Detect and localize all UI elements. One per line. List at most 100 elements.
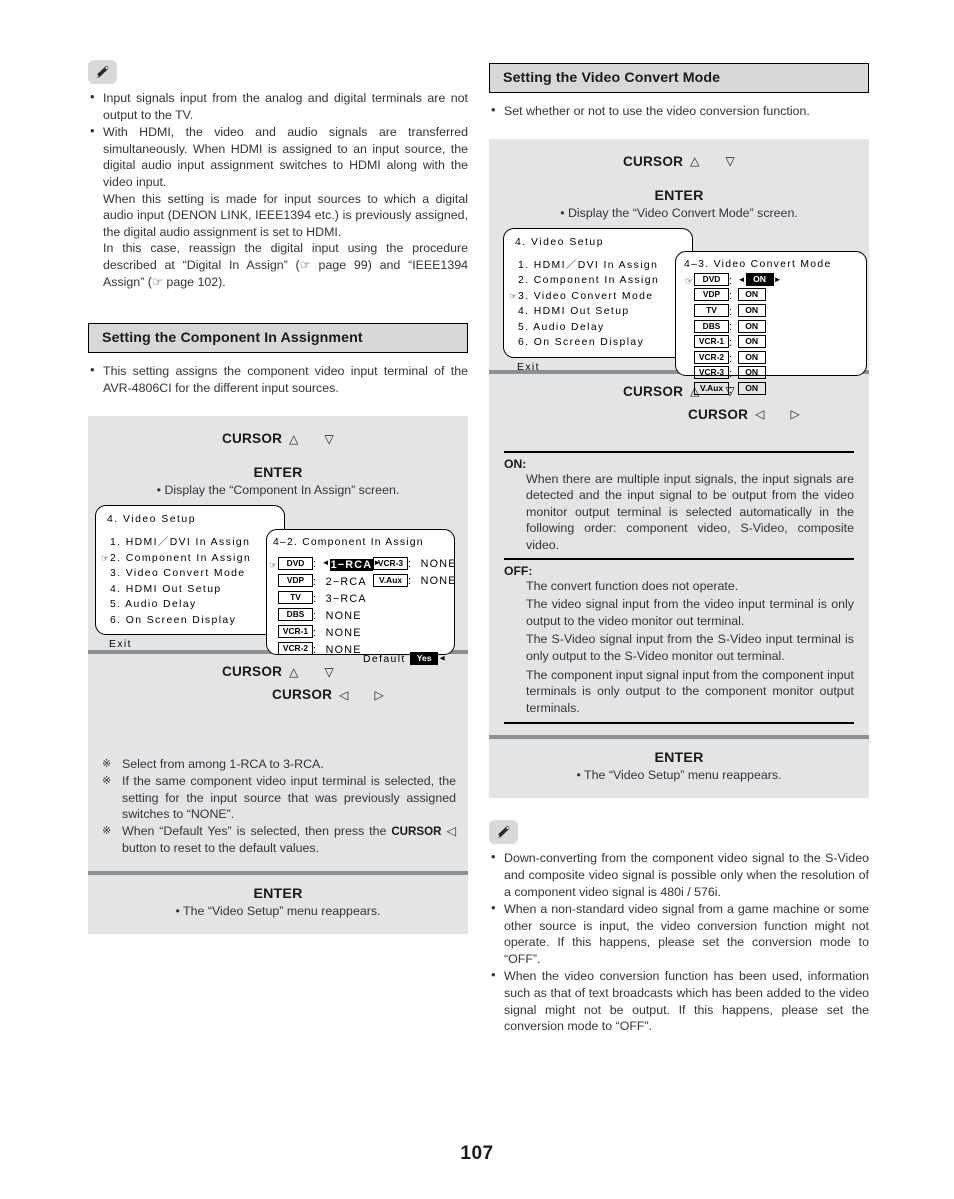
source-tag: VCR-2 [694,350,729,364]
definition-term-off: OFF: [504,563,533,578]
osd-menu-item[interactable]: 5. Audio Delay [504,320,692,336]
left-arrow-icon[interactable]: ◄ [322,558,330,567]
osd-menu-item[interactable]: 4. HDMI Out Setup [96,582,284,598]
left-arrow-icon[interactable]: ◄ [438,654,446,663]
osd-menu-item-selected[interactable]: ☞2. Component In Assign [96,551,284,567]
osd-component-in-assign: 4–2. Component In Assign ☞ DVD: ◄1−RCA► V… [266,529,457,665]
list-item: When a non-standard video signal from a … [489,900,869,967]
left-note-block: Input signals input from the analog and … [88,60,468,290]
cursor-up-icon[interactable]: △ [289,665,298,679]
cursor-button-ref: CURSOR [391,824,442,838]
osd-convert-row[interactable]: VCR-3: ON [685,366,866,382]
assign-value[interactable]: NONE [421,575,457,587]
assign-value[interactable]: 3−RCA [326,593,367,605]
cursor-marker-icon: ☞ [509,290,518,301]
cursor-up-icon[interactable]: △ [289,432,298,446]
convert-value[interactable]: ON [737,382,766,396]
osd-convert-row[interactable]: VDP: ON [685,288,866,304]
osd-convert-row[interactable]: TV: ON [685,304,866,320]
enter-label-r1[interactable]: ENTER [489,188,869,204]
osd-screens-1: 4. Video Setup 1. HDMI／DVI In Assign ☞2.… [88,505,468,665]
right-section-intro: Set whether or not to use the video conv… [489,102,869,120]
convert-value[interactable]: ON [737,366,766,380]
right-arrow-icon[interactable]: ► [774,275,782,284]
source-tag: VCR-1 [278,624,313,638]
right-note-list: Down-converting from the component video… [489,849,869,1035]
convert-value[interactable]: ON [737,319,766,333]
osd-menu-item[interactable]: 4. HDMI Out Setup [504,304,692,320]
enter-label-3[interactable]: ENTER [88,886,468,902]
cursor-left-icon: ◁ [446,823,456,838]
default-yes-button[interactable]: Yes [410,651,439,665]
cursor-left-icon[interactable]: ◁ [339,688,348,702]
osd-convert-row[interactable]: ☞ DVD: ◄ ON ► [685,272,866,289]
enter-label-r3[interactable]: ENTER [489,750,869,766]
assign-value-selected[interactable]: 1−RCA [329,558,374,571]
cursor-leftright-row-r2: CURSOR ◁ ▷ [489,407,869,422]
convert-value[interactable]: ON [737,350,766,364]
osd-assign-row[interactable]: VDP: 2−RCA [269,573,381,590]
osd-menu-item[interactable]: 1. HDMI／DVI In Assign [504,258,692,274]
osd-assign-row[interactable]: V.Aux: NONE [373,572,457,589]
list-item: If the same component video input termin… [100,773,456,823]
assign-value[interactable]: NONE [326,627,362,639]
enter-desc-1: • Display the “Component In Assign” scre… [156,483,400,498]
convert-value[interactable]: ON [737,304,766,318]
operation-panel-3: ENTER • The “Video Setup” menu reappears… [88,875,468,934]
osd-assign-row[interactable]: VCR-3: NONE [373,555,457,572]
enter-desc-r1: • Display the “Video Convert Mode” scree… [560,205,798,220]
convert-value[interactable]: ON [737,335,766,349]
osd-assign-row[interactable]: VCR-1: NONE [269,624,381,641]
osd-menu-item[interactable]: 1. HDMI／DVI In Assign [96,535,284,551]
definition-desc: When there are multiple input signals, t… [526,471,854,552]
operation-panel-2: CURSOR △ ▽ CURSOR ◁ ▷ Select from among … [88,654,468,871]
osd-convert-row[interactable]: DBS: ON [685,319,866,335]
cursor-marker-icon: ☞ [101,552,110,563]
convert-value-selected[interactable]: ON [745,272,774,286]
right-note-block: Down-converting from the component video… [489,820,869,1035]
definition-term-on: ON: [504,456,527,471]
osd-exit-item[interactable]: Exit [517,360,692,376]
cursor-label: CURSOR [272,687,333,703]
definition-desc: The component input signal input from th… [526,667,854,715]
osd-assign-row[interactable]: TV: 3−RCA [269,590,381,607]
osd-convert-row[interactable]: VCR-2: ON [685,350,866,367]
assign-value[interactable]: NONE [326,644,362,656]
onoff-definition-block: ON: When there are multiple input signal… [504,450,854,725]
page-ref-line: In this case, reassign the digital input… [103,241,468,289]
source-tag: VCR-1 [694,335,729,349]
assign-value[interactable]: 2−RCA [326,576,367,588]
enter-label-1[interactable]: ENTER [88,465,468,481]
osd-menu-item[interactable]: 3. Video Convert Mode [96,566,284,582]
osd-convert-row[interactable]: V.Aux: ON [685,382,866,398]
definition-desc: The convert function does not operate. [526,578,739,593]
osd-menu-item[interactable]: 5. Audio Delay [96,597,284,613]
source-tag: DBS [278,607,313,621]
osd-convert-row[interactable]: VCR-1: ON [685,335,866,351]
cursor-up-icon[interactable]: △ [690,154,699,168]
cursor-right-icon[interactable]: ▷ [791,407,800,421]
osd-assign-row[interactable]: DBS: NONE [269,607,381,624]
osd-assign-row[interactable]: ☞ DVD: ◄1−RCA► [269,555,381,572]
operation-panel-1: CURSOR △ ▽ ENTER • Display the “Componen… [88,416,468,934]
osd-menu-item[interactable]: 6. On Screen Display [96,613,284,629]
left-column: Input signals input from the analog and … [88,60,468,934]
osd-exit-item[interactable]: Exit [109,637,284,653]
cursor-down-icon[interactable]: ▽ [325,665,334,679]
list-item: This setting assigns the component video… [88,362,468,396]
osd-default-row[interactable]: Default Yes ◄ [363,649,446,668]
cursor-down-icon[interactable]: ▽ [726,154,735,168]
list-item: Input signals input from the analog and … [88,89,468,123]
assign-value[interactable]: NONE [421,558,457,570]
assign-value[interactable]: NONE [326,610,362,622]
osd-video-setup-menu: 4. Video Setup 1. HDMI／DVI In Assign ☞2.… [95,505,285,650]
left-arrow-icon[interactable]: ◄ [738,275,746,284]
osd-menu-item[interactable]: 6. On Screen Display [504,335,692,351]
cursor-down-icon[interactable]: ▽ [325,432,334,446]
osd-menu-item[interactable]: 2. Component In Assign [504,273,692,289]
cursor-left-icon[interactable]: ◁ [755,407,764,421]
cursor-right-icon[interactable]: ▷ [375,688,384,702]
osd-menu-item-selected[interactable]: ☞3. Video Convert Mode [504,289,692,305]
cursor-label: CURSOR [623,153,684,169]
convert-value[interactable]: ON [737,288,766,302]
